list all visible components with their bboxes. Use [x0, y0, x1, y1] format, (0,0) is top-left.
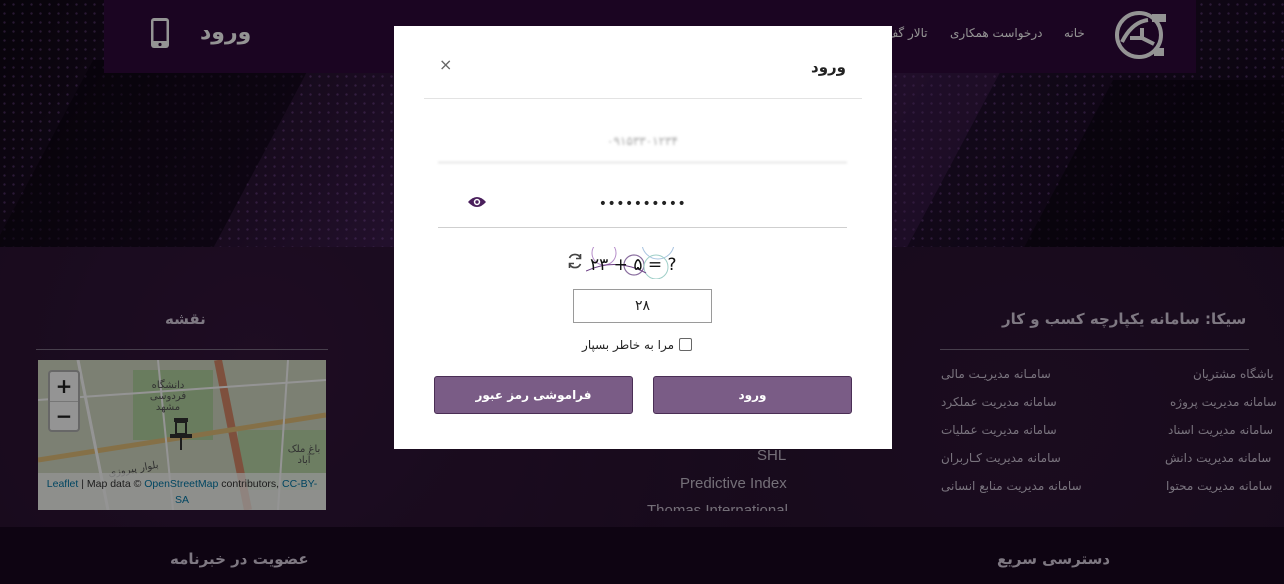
forgot-password-button[interactable]: فراموشی رمز عبور — [434, 376, 633, 414]
login-modal: ورود × ۲۳ + ۵ = ? مرا به خاطر بسپار ورود… — [394, 26, 892, 449]
captcha-image: ۲۳ + ۵ = ? — [586, 247, 692, 279]
username-input[interactable] — [438, 120, 847, 163]
password-input[interactable] — [438, 181, 847, 228]
modal-divider — [424, 98, 862, 99]
modal-title: ورود — [811, 58, 846, 76]
login-button[interactable]: ورود — [653, 376, 852, 414]
captcha-answer-input[interactable] — [573, 289, 712, 323]
captcha-text: ۲۳ + ۵ = ? — [590, 255, 677, 275]
remember-me-label: مرا به خاطر بسپار — [582, 338, 674, 352]
show-password-eye-icon[interactable] — [467, 195, 487, 209]
refresh-captcha-icon[interactable] — [566, 252, 584, 270]
close-button[interactable]: × — [439, 55, 452, 74]
remember-me-checkbox[interactable] — [679, 338, 692, 351]
